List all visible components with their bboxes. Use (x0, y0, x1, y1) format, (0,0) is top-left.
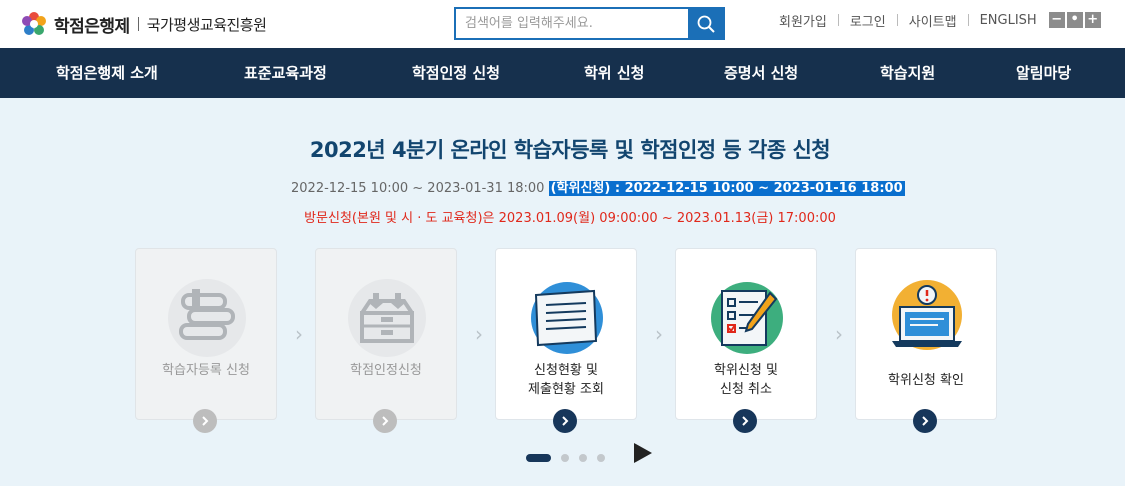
utility-links: 회원가입 로그인 사이트맵 ENGLISH − • + (779, 11, 1101, 30)
chevron-right-icon: › (475, 322, 483, 346)
chevron-right-icon (742, 416, 749, 426)
chevron-right-icon (382, 416, 389, 426)
step-card-degree-apply-cancel[interactable]: 학위신청 및 신청 취소 (675, 248, 817, 420)
nav-item-curriculum[interactable]: 표준교육과정 (244, 48, 327, 98)
divider (967, 14, 969, 26)
step-card-degree-confirm[interactable]: 학위신청 확인 (855, 248, 997, 420)
notice-headline: 2022년 4분기 온라인 학습자등록 및 학점인정 등 각종 신청 (309, 138, 831, 162)
books-icon (168, 279, 246, 357)
chevron-right-icon: › (295, 322, 303, 346)
chevron-right-icon (562, 416, 569, 426)
step-label: 학점인정신청 (350, 363, 422, 378)
carousel-pagination (526, 454, 615, 462)
search-icon (697, 15, 715, 33)
nav-item-notice[interactable]: 알림마당 (1016, 48, 1071, 98)
site-logo[interactable]: 학점은행제 국가평생교육진흥원 (20, 9, 267, 39)
font-reset-button[interactable]: • (1066, 12, 1083, 28)
top-header: 학점은행제 국가평생교육진흥원 회원가입 로그인 사이트맵 ENGLISH − … (0, 0, 1125, 48)
flower-logo-icon (22, 12, 46, 35)
carousel-dot-3[interactable] (579, 454, 587, 462)
period-text: 2022-12-15 10:00 ~ 2023-01-31 18:00 (291, 181, 549, 196)
search-button[interactable] (688, 9, 723, 38)
step-label: 학위신청 및 (714, 363, 778, 378)
application-period: 2022-12-15 10:00 ~ 2023-01-31 18:00 (학위신… (291, 177, 905, 196)
step-label: 학위신청 확인 (888, 373, 964, 388)
laptop-alert-icon (892, 280, 962, 350)
main-nav: 학점은행제 소개 표준교육과정 학점인정 신청 학위 신청 증명서 신청 학습지… (0, 48, 1125, 98)
divider (837, 14, 839, 26)
carousel-dot-4[interactable] (597, 454, 605, 462)
step-go-button[interactable] (733, 409, 757, 433)
nav-item-learning-support[interactable]: 학습지원 (880, 48, 935, 98)
divider (896, 14, 898, 26)
nav-item-credit-apply[interactable]: 학점인정 신청 (412, 48, 500, 98)
checklist-pencil-icon (711, 282, 783, 354)
step-label: 신청 취소 (720, 382, 772, 397)
logo-divider (137, 17, 139, 31)
sitemap-link[interactable]: 사이트맵 (909, 11, 957, 30)
login-link[interactable]: 로그인 (850, 11, 886, 30)
font-size-controls: − • + (1047, 12, 1101, 28)
step-label: 학습자등록 신청 (162, 363, 250, 378)
join-link[interactable]: 회원가입 (779, 11, 827, 30)
visit-period: 방문신청(본원 및 시 · 도 교육청)은 2023.01.09(월) 09:0… (304, 211, 836, 226)
document-list-icon (531, 282, 603, 354)
step-go-button[interactable] (913, 409, 937, 433)
nav-item-degree-apply[interactable]: 학위 신청 (584, 48, 644, 98)
nav-item-intro[interactable]: 학점은행제 소개 (56, 48, 158, 98)
nav-item-certificate[interactable]: 증명서 신청 (724, 48, 798, 98)
step-go-button[interactable] (553, 409, 577, 433)
step-card-status-inquiry[interactable]: 신청현황 및 제출현황 조회 (495, 248, 637, 420)
search-input[interactable] (456, 9, 688, 38)
chevron-right-icon: › (835, 322, 843, 346)
org-name: 국가평생교육진흥원 (146, 15, 267, 34)
english-link[interactable]: ENGLISH (980, 13, 1037, 28)
carousel-dot-1[interactable] (526, 454, 551, 462)
step-go-button[interactable] (193, 409, 217, 433)
step-label: 신청현황 및 (534, 363, 598, 378)
font-smaller-button[interactable]: − (1048, 12, 1065, 28)
period-highlight: (학위신청) : 2022-12-15 10:00 ~ 2023-01-16 1… (548, 181, 905, 196)
chevron-right-icon: › (655, 322, 663, 346)
chevron-right-icon (202, 416, 209, 426)
search-box (454, 7, 725, 40)
step-label: 제출현황 조회 (528, 382, 604, 397)
carousel-dot-2[interactable] (561, 454, 569, 462)
chevron-right-icon (922, 416, 929, 426)
font-larger-button[interactable]: + (1084, 12, 1101, 28)
archive-box-icon (348, 279, 426, 357)
logo-name: 학점은행제 (54, 16, 130, 37)
step-go-button[interactable] (373, 409, 397, 433)
step-card-credit-recognition[interactable]: 학점인정신청 (315, 248, 457, 420)
play-icon[interactable] (634, 443, 652, 463)
step-card-learner-registration[interactable]: 학습자등록 신청 (135, 248, 277, 420)
